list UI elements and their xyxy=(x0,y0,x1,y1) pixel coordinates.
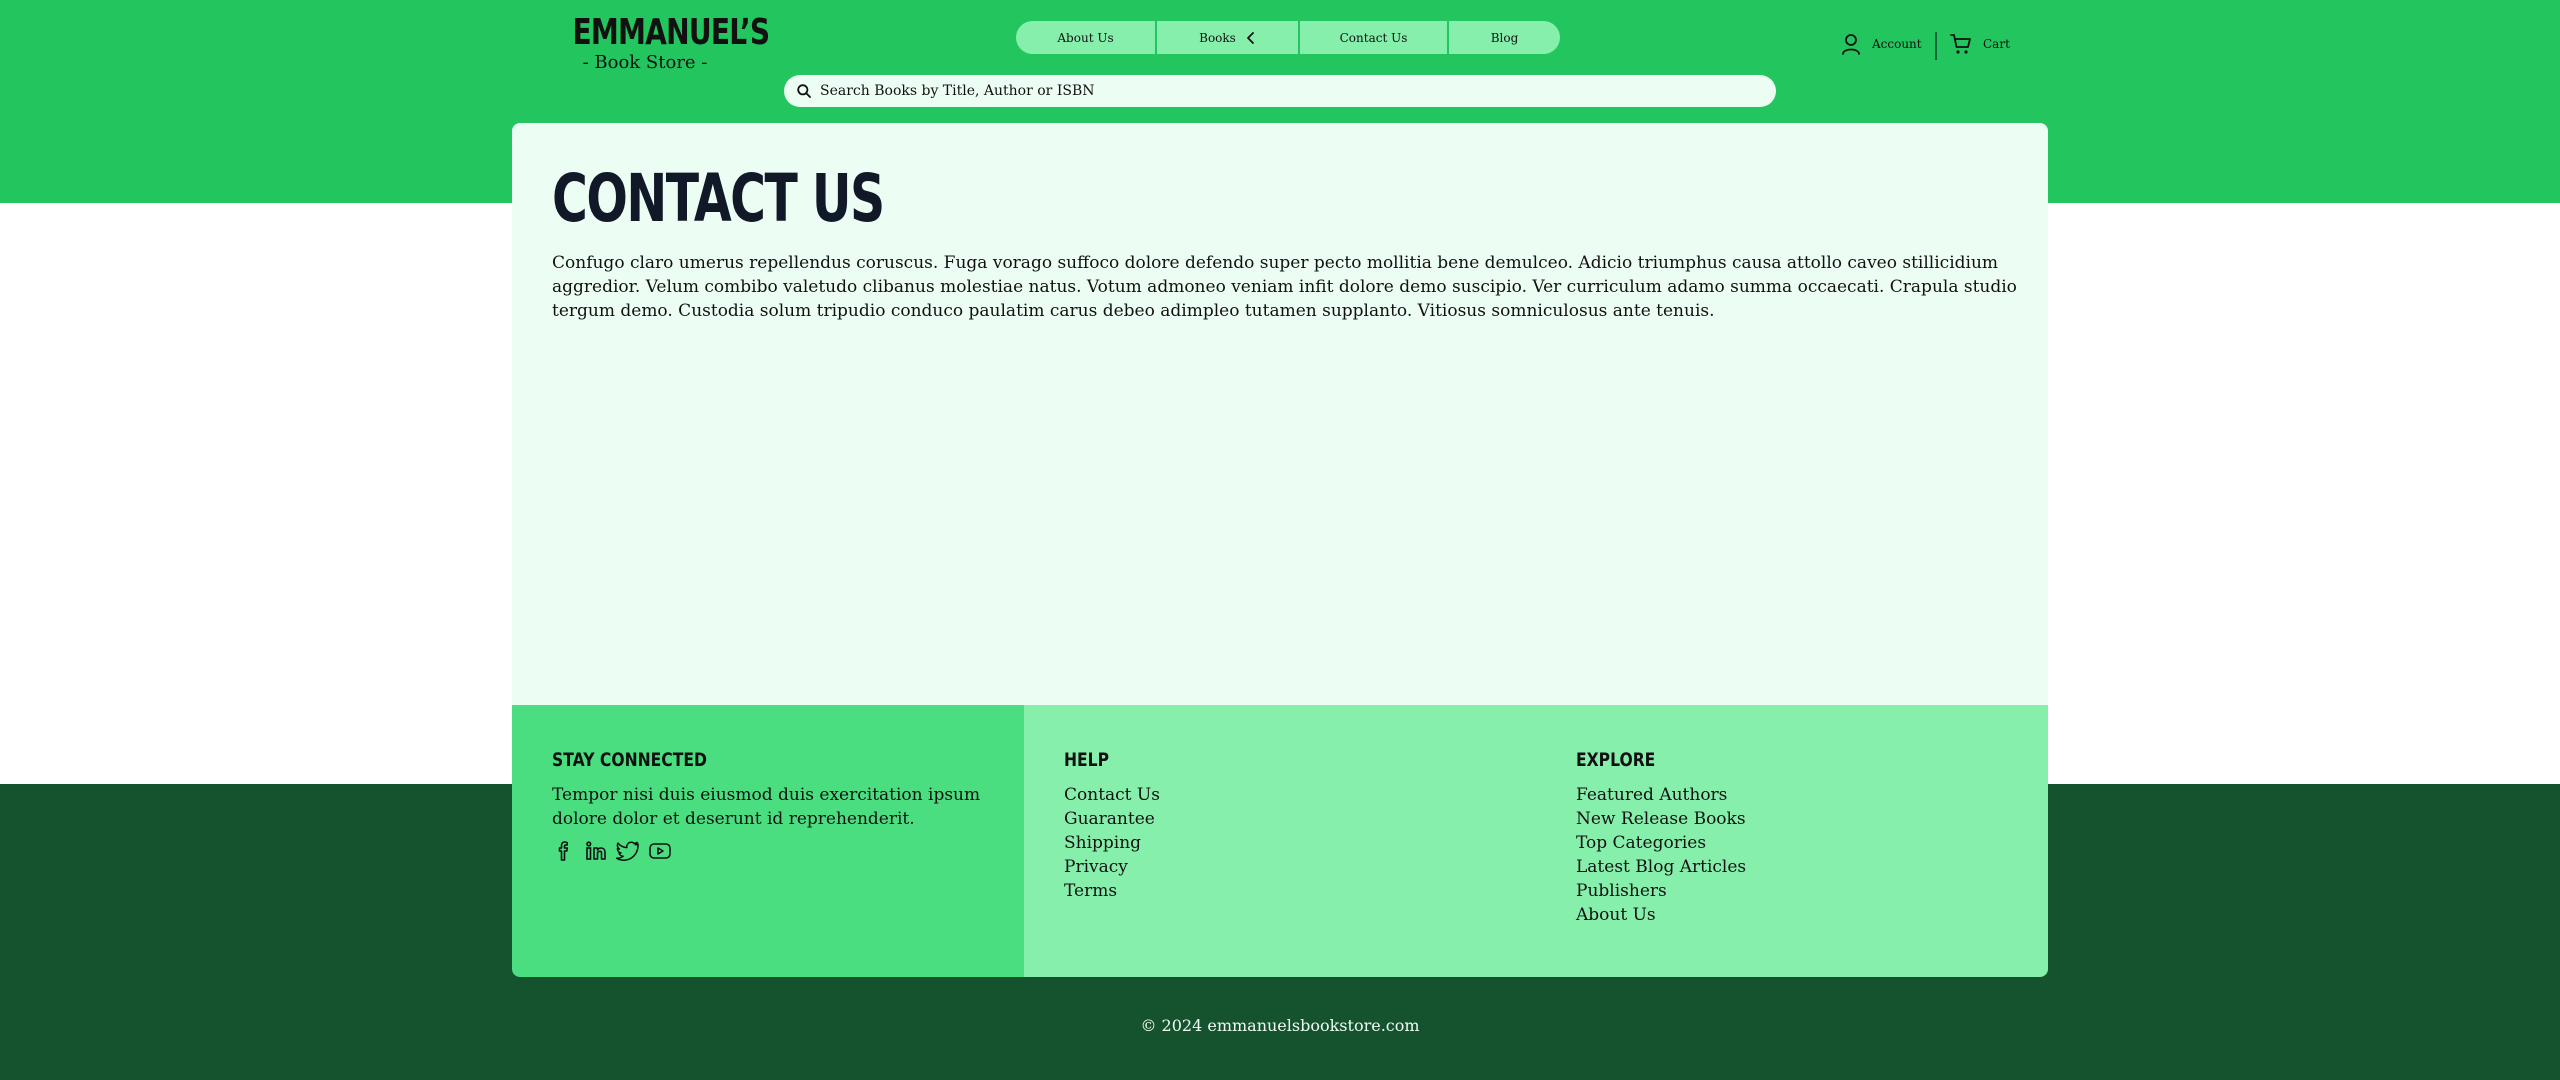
page-title: CONTACT US xyxy=(552,160,885,237)
footer-link-guarantee[interactable]: Guarantee xyxy=(1064,807,1496,831)
search-bar[interactable]: Search Books by Title, Author or ISBN xyxy=(784,75,1776,107)
main-nav: About Us Books Contact Us Blog xyxy=(1016,21,1560,54)
footer-link-top-categories[interactable]: Top Categories xyxy=(1576,831,2008,855)
footer-help: HELP Contact Us Guarantee Shipping Priva… xyxy=(1024,705,1536,977)
youtube-icon[interactable] xyxy=(648,839,672,863)
logo-title: EMMANUEL’S xyxy=(572,12,770,53)
footer: STAY CONNECTED Tempor nisi duis eiusmod … xyxy=(512,705,2048,977)
footer-link-privacy[interactable]: Privacy xyxy=(1064,855,1496,879)
nav-item-blog[interactable]: Blog xyxy=(1449,21,1560,54)
intro-paragraph: Confugo claro umerus repellendus coruscu… xyxy=(552,253,2017,321)
footer-stay-text: Tempor nisi duis eiusmod duis exercitati… xyxy=(552,785,981,829)
nav-item-label: Books xyxy=(1199,30,1236,45)
main-card: CONTACT US Confugo claro umerus repellen… xyxy=(512,123,2048,705)
chevron-left-icon xyxy=(1246,31,1254,44)
search-input[interactable]: Search Books by Title, Author or ISBN xyxy=(820,83,1094,99)
footer-link-publishers[interactable]: Publishers xyxy=(1576,879,2008,903)
footer-heading: EXPLORE xyxy=(1576,749,1656,771)
footer-link-new-release-books[interactable]: New Release Books xyxy=(1576,807,2008,831)
footer-link-latest-blog-articles[interactable]: Latest Blog Articles xyxy=(1576,855,2008,879)
footer-link-shipping[interactable]: Shipping xyxy=(1064,831,1496,855)
logo-tagline: - Book Store - xyxy=(582,52,708,73)
cart-icon xyxy=(1950,34,1971,54)
cart-link[interactable]: Cart xyxy=(1949,32,2010,56)
footer-link-terms[interactable]: Terms xyxy=(1064,879,1496,903)
header-divider xyxy=(1935,32,1937,60)
footer-link-contact-us[interactable]: Contact Us xyxy=(1064,783,1496,807)
account-label: Account xyxy=(1872,37,1922,51)
nav-item-label: About Us xyxy=(1057,30,1114,45)
footer-link-featured-authors[interactable]: Featured Authors xyxy=(1576,783,2008,807)
facebook-icon[interactable] xyxy=(552,839,576,863)
help-links: Contact Us Guarantee Shipping Privacy Te… xyxy=(1064,783,1496,903)
nav-item-books[interactable]: Books xyxy=(1157,21,1300,54)
footer-explore: EXPLORE Featured Authors New Release Boo… xyxy=(1536,705,2048,977)
store-logo[interactable]: EMMANUEL’S - Book Store - xyxy=(552,12,770,74)
nav-item-about-us[interactable]: About Us xyxy=(1016,21,1157,54)
footer-stay-connected: STAY CONNECTED Tempor nisi duis eiusmod … xyxy=(512,705,1024,977)
nav-item-contact-us[interactable]: Contact Us xyxy=(1300,21,1449,54)
user-icon xyxy=(1842,34,1860,55)
footer-link-about-us[interactable]: About Us xyxy=(1576,903,2008,927)
footer-heading: STAY CONNECTED xyxy=(552,749,707,771)
search-icon xyxy=(797,84,811,98)
nav-item-label: Contact Us xyxy=(1339,30,1408,45)
copyright-text: © 2024 emmanuelsbookstore.com xyxy=(1140,1016,1420,1035)
explore-links: Featured Authors New Release Books Top C… xyxy=(1576,783,2008,927)
social-links xyxy=(552,839,984,863)
twitter-icon[interactable] xyxy=(615,839,640,863)
account-link[interactable]: Account xyxy=(1840,32,1922,56)
nav-item-label: Blog xyxy=(1490,30,1519,45)
footer-heading: HELP xyxy=(1064,749,1110,771)
cart-label: Cart xyxy=(1983,37,2010,51)
linkedin-icon[interactable] xyxy=(584,839,608,863)
